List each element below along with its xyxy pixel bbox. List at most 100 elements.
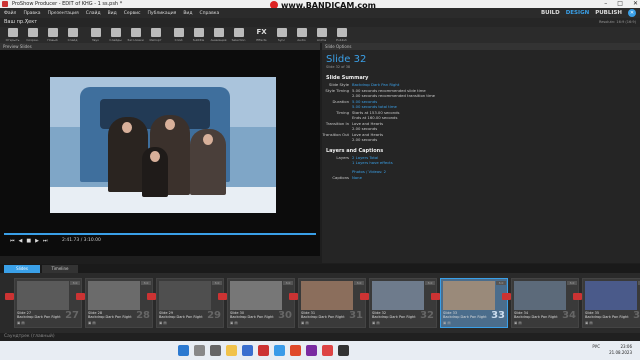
menu-item[interactable]: Файл xyxy=(4,11,16,16)
file-explorer-icon[interactable] xyxy=(226,345,237,356)
slide-image xyxy=(159,281,211,310)
menu-item[interactable]: Сервис xyxy=(124,11,141,16)
toolbar-label: Effects xyxy=(256,38,267,42)
toolbar-button[interactable]: Anims xyxy=(313,27,330,43)
slide-style: Backdrop Dark Pan Right xyxy=(88,315,132,319)
app-icon[interactable] xyxy=(258,345,269,356)
toolbar: Открыть Сохран. Новый Слайд Звук Слайды Заголо… xyxy=(0,27,640,43)
slide-duration[interactable]: 3.0 xyxy=(567,281,577,285)
mode-build[interactable]: BUILD xyxy=(541,10,560,16)
toolbar-button[interactable]: Слайды xyxy=(107,27,124,43)
toolbar-button[interactable]: Audio xyxy=(293,27,310,43)
slide-style: Backdrop Dark Pan Right xyxy=(585,315,629,319)
maximize-button[interactable]: □ xyxy=(617,0,623,8)
option-value[interactable]: 5.00 seconds total time xyxy=(352,104,397,109)
transition-icon[interactable] xyxy=(573,293,582,300)
slide-thumbnail[interactable]: 3.0 Slide 33 Backdrop Dark Pan Right 33 ▣ ▤ xyxy=(431,278,508,328)
proshow-icon[interactable] xyxy=(322,345,333,356)
transition-icon[interactable] xyxy=(431,293,440,300)
tab[interactable]: Timeline xyxy=(42,265,78,273)
transition-icon[interactable] xyxy=(5,293,14,300)
toolbar-button[interactable]: Publish xyxy=(333,27,350,43)
toolbar-button[interactable]: Слайд xyxy=(64,27,81,43)
option-key: Captions xyxy=(332,175,349,180)
next-icon[interactable]: ⏭ xyxy=(43,238,48,244)
toolbar-button[interactable]: Импорт xyxy=(147,27,164,43)
chrome-icon[interactable] xyxy=(290,345,301,356)
slide-style: Backdrop Dark Pan Right xyxy=(230,315,274,319)
stop-icon[interactable]: ■ xyxy=(26,238,31,244)
window-title: ProShow Producer - EDIT of KHG - 1 ss.ps… xyxy=(12,1,123,7)
toolbar-button[interactable]: Открыть xyxy=(4,27,21,43)
option-value[interactable]: Photos / Videos: 2 xyxy=(352,169,393,174)
toolbar-button[interactable]: Новый xyxy=(44,27,61,43)
slide-duration[interactable]: 3.0 xyxy=(496,281,506,285)
search-icon[interactable] xyxy=(194,345,205,356)
store-icon[interactable] xyxy=(274,345,285,356)
toolbar-button[interactable]: Звук xyxy=(87,27,104,43)
slide-number: 28 xyxy=(136,310,150,321)
menu-item[interactable]: Слайд xyxy=(86,11,101,16)
option-values: None xyxy=(352,175,362,180)
task-view-icon[interactable] xyxy=(210,345,221,356)
prev-icon[interactable]: ◀ xyxy=(19,238,23,244)
menu-item[interactable]: Правка xyxy=(23,11,40,16)
transition-icon[interactable] xyxy=(147,293,156,300)
option-value[interactable]: None xyxy=(352,175,362,180)
tab[interactable]: Slides xyxy=(4,265,40,273)
toolbar-button[interactable]: Subtitle xyxy=(190,27,207,43)
slide-thumbnail[interactable]: 3.0 Slide 29 Backdrop Dark Pan Right 29 ▣ ▤ xyxy=(147,278,224,328)
slide-thumbnail[interactable]: 3.0 Slide 34 Backdrop Dark Pan Right 34 ▣ ▤ xyxy=(502,278,579,328)
transition-icon[interactable] xyxy=(218,293,227,300)
toolbar-button[interactable]: Слой xyxy=(170,27,187,43)
windows-start-icon[interactable] xyxy=(178,345,189,356)
slide-thumbnail[interactable]: 3.0 Slide 31 Backdrop Dark Pan Right 31 ▣ ▤ xyxy=(289,278,366,328)
soundtrack-bar[interactable]: Саундтрек (главный) xyxy=(0,333,640,341)
transition-icon[interactable] xyxy=(360,293,369,300)
photo-face xyxy=(165,119,175,130)
clock[interactable]: 23:06 21.08.2023 xyxy=(609,344,632,356)
slide-image xyxy=(88,281,140,310)
close-button[interactable]: ✕ xyxy=(633,0,638,8)
mode-design[interactable]: DESIGN xyxy=(566,10,589,16)
toolbar-button[interactable]: Selection xyxy=(230,27,247,43)
slide-thumbnail[interactable]: 3.0 Slide 28 Backdrop Dark Pan Right 28 ▣ ▤ xyxy=(76,278,153,328)
toolbar-button[interactable]: FX Effects xyxy=(253,27,270,43)
input-language[interactable]: РУС xyxy=(592,344,600,350)
toolbar-button[interactable]: Сохран. xyxy=(24,27,41,43)
mode-publish[interactable]: PUBLISH xyxy=(595,10,622,16)
media-icon[interactable] xyxy=(306,345,317,356)
summary-list: Slide Style Backdrop Dark Pan Right Style … xyxy=(322,82,640,142)
toolbar-button[interactable]: Sync xyxy=(273,27,290,43)
slide-duration[interactable]: 3.0 xyxy=(425,281,435,285)
edge-icon[interactable] xyxy=(242,345,253,356)
menu-item[interactable]: Презентация xyxy=(48,11,79,16)
slide-thumbnail[interactable]: 3.0 Slide 32 Backdrop Dark Pan Right 32 ▣ ▤ xyxy=(360,278,437,328)
close-project-icon[interactable]: ✕ xyxy=(628,9,636,17)
slide-duration[interactable]: 3.0 xyxy=(141,281,151,285)
transition-icon[interactable] xyxy=(502,293,511,300)
toolbar-button[interactable]: Заголовки xyxy=(127,27,144,43)
slide-duration[interactable]: 3.0 xyxy=(70,281,80,285)
minimize-button[interactable]: – xyxy=(604,0,607,8)
slide-duration[interactable]: 3.0 xyxy=(354,281,364,285)
slide-thumbnail[interactable]: 3.0 Slide 30 Backdrop Dark Pan Right 30 ▣ ▤ xyxy=(218,278,295,328)
menu-item[interactable]: Публикация xyxy=(148,11,177,16)
transition-icon[interactable] xyxy=(76,293,85,300)
menu-item[interactable]: Справка xyxy=(199,11,219,16)
menu-item[interactable]: Вид xyxy=(108,11,117,16)
slide-duration[interactable]: 3.0 xyxy=(283,281,293,285)
bandicam-icon[interactable] xyxy=(338,345,349,356)
option-value: 2.00 seconds xyxy=(352,126,378,131)
slide-thumbnail[interactable]: 3.0 Slide 27 Backdrop Dark Pan Right 27 ▣ ▤ xyxy=(5,278,82,328)
play-icon[interactable]: ▶ xyxy=(35,238,39,244)
option-value[interactable]: Backdrop Dark Pan Right xyxy=(352,82,399,87)
slide-duration[interactable]: 3.0 xyxy=(212,281,222,285)
toolbar-button[interactable]: Анимация xyxy=(210,27,227,43)
rewind-icon[interactable]: ⏮ xyxy=(10,238,15,244)
transition-icon[interactable] xyxy=(289,293,298,300)
menu-item[interactable]: Вид xyxy=(183,11,192,16)
playback-scrubber[interactable] xyxy=(4,233,316,235)
slide-thumbnail[interactable]: 3.0Slide 35Backdrop Dark Pan Right35▣ ▤ xyxy=(573,278,640,328)
slide-number: 35 xyxy=(633,310,640,321)
